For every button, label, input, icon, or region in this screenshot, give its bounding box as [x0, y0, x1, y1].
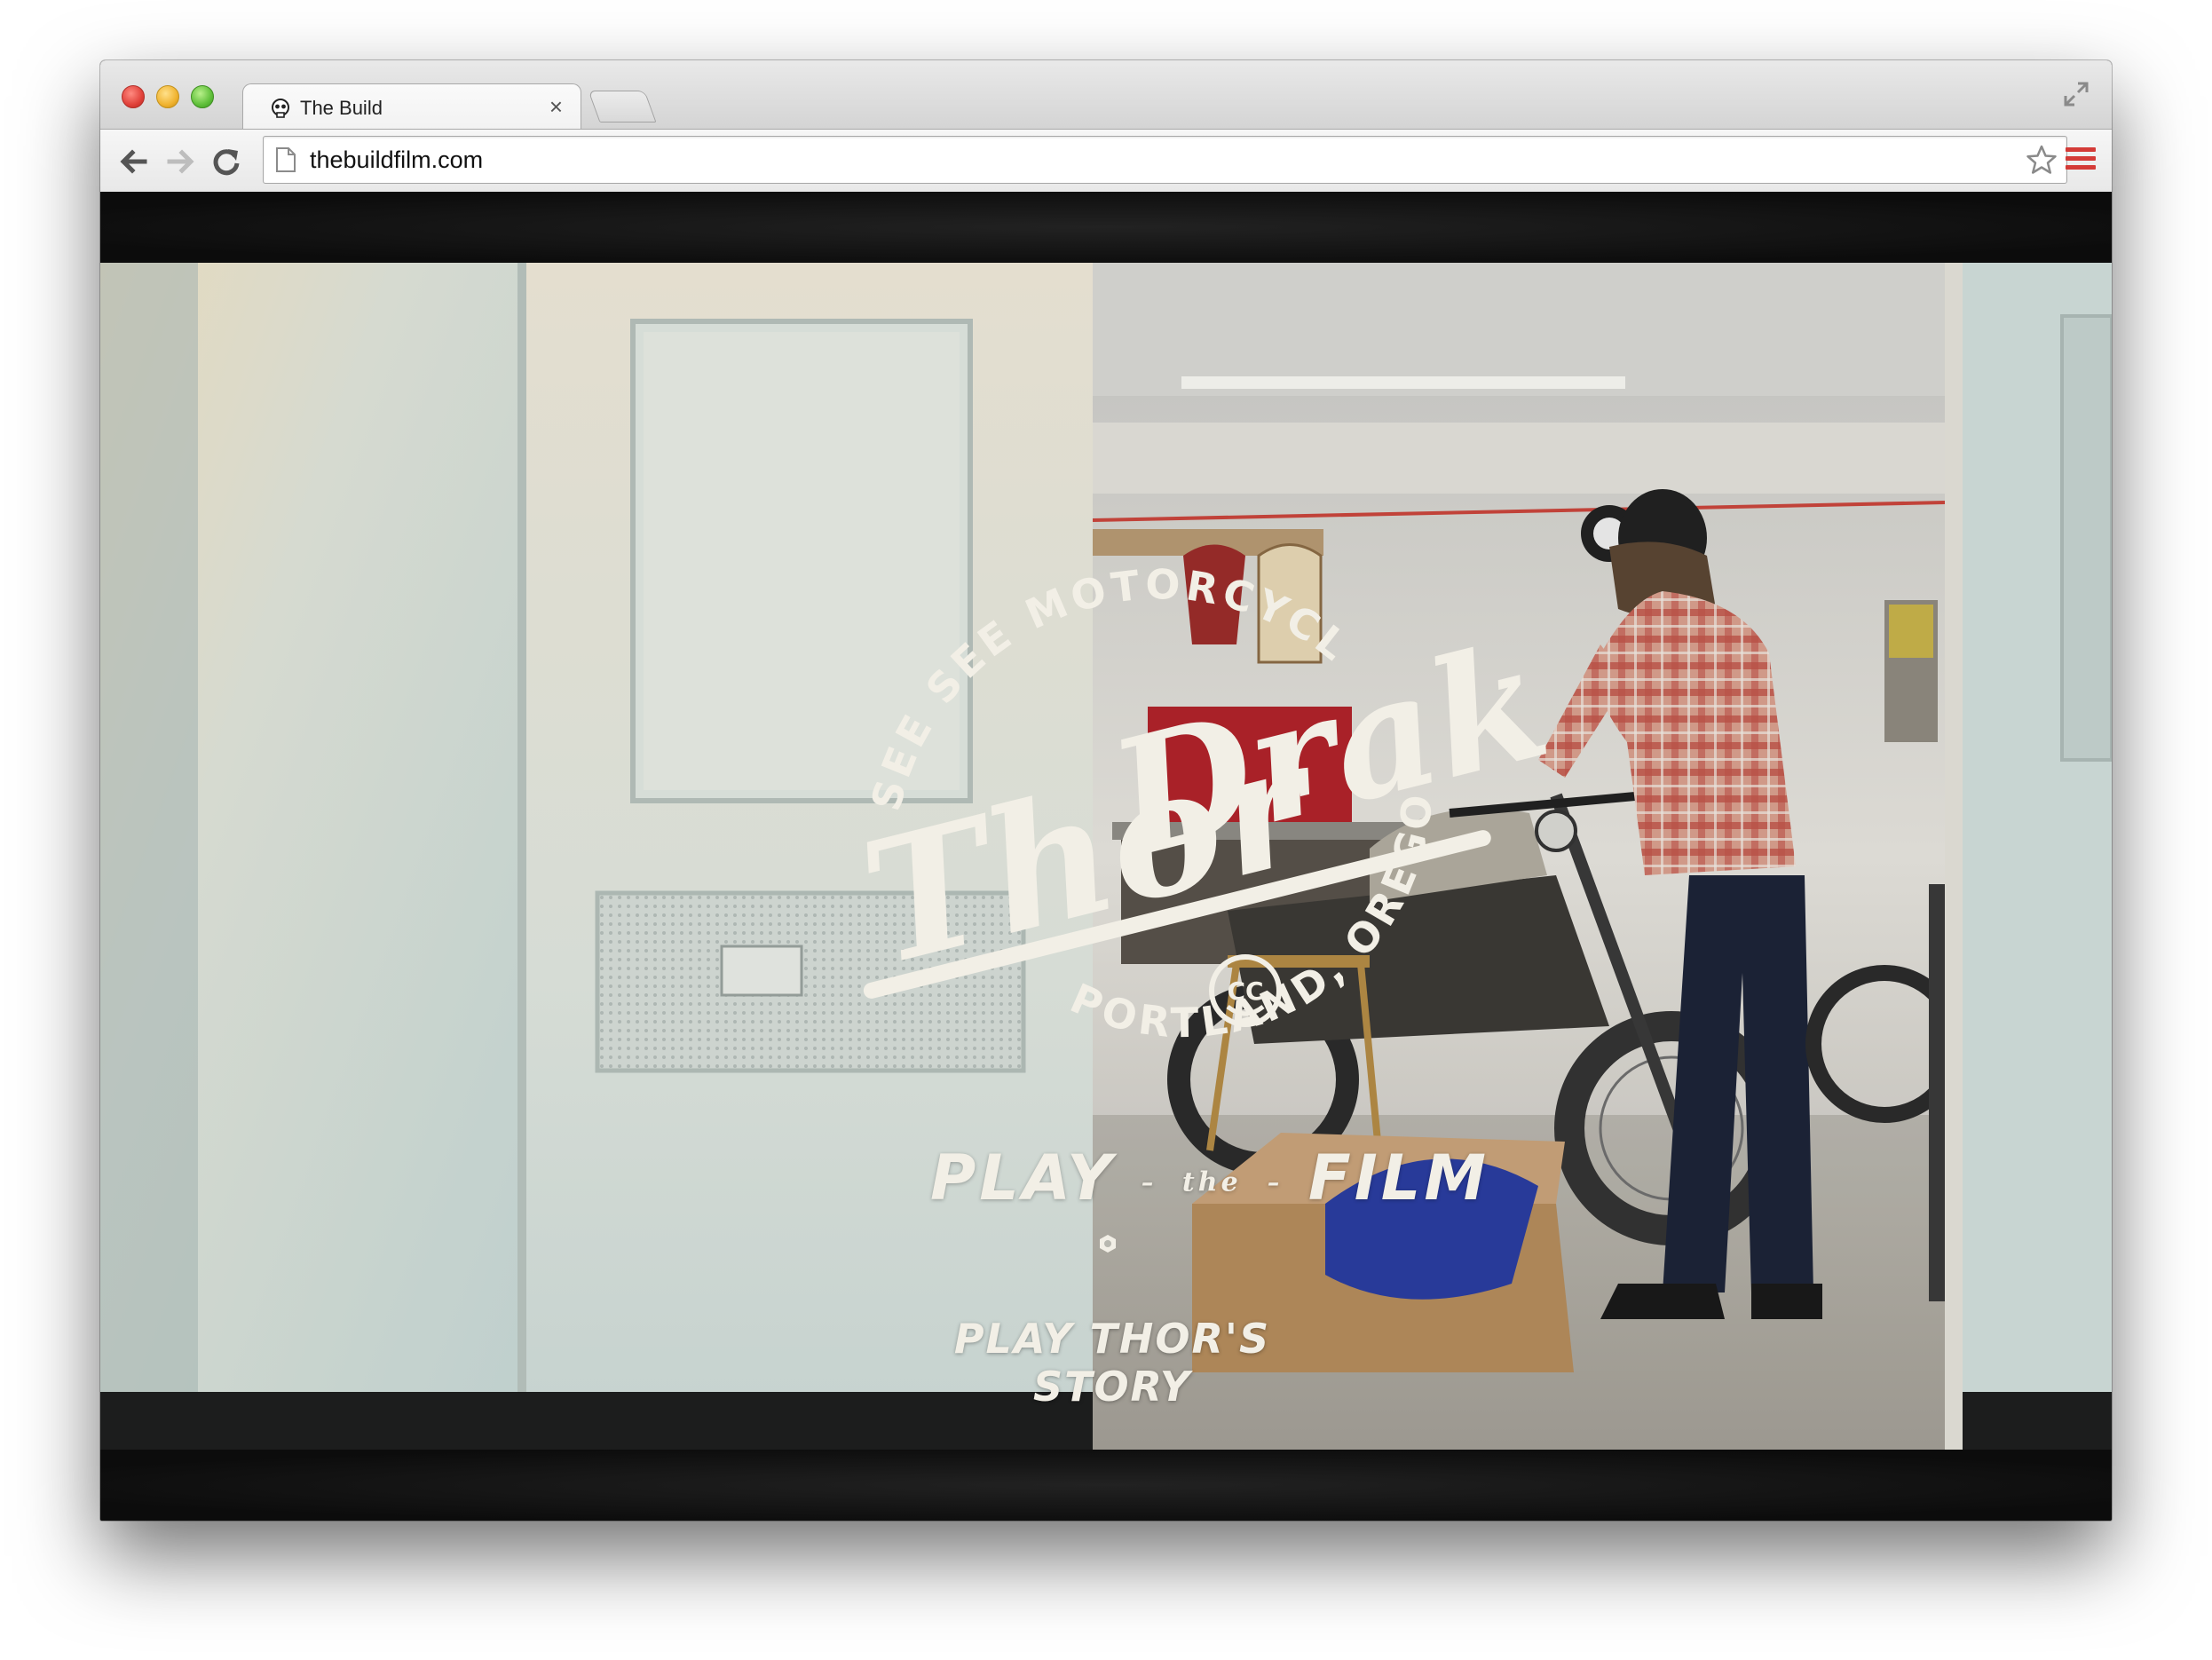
- forward-arrow-icon[interactable]: [162, 144, 198, 179]
- fullscreen-icon[interactable]: [2062, 80, 2090, 108]
- page-viewport: SEE SEE MOTORCYCLES PORTLAND, OREGON USA…: [100, 192, 2112, 1521]
- play-thors-story-link[interactable]: PLAY THOR'S STORY: [881, 1315, 1343, 1411]
- window-minimize-button[interactable]: [156, 85, 179, 108]
- window-zoom-button[interactable]: [191, 85, 214, 108]
- browser-toolbar: thebuildfilm.com: [100, 129, 2112, 193]
- menu-bar: [2066, 165, 2096, 170]
- hex-nut-icon: [1100, 1235, 1116, 1253]
- reload-icon[interactable]: [209, 144, 244, 179]
- url-text[interactable]: thebuildfilm.com: [310, 146, 483, 174]
- menu-bar: [2066, 147, 2096, 152]
- thor-drake-logo: SEE SEE MOTORCYCLES PORTLAND, OREGON USA…: [793, 476, 1547, 1047]
- star-icon[interactable]: [2026, 144, 2058, 176]
- address-bar[interactable]: thebuildfilm.com: [263, 136, 2067, 184]
- film-word: FILM: [1307, 1142, 1489, 1214]
- window-close-button[interactable]: [122, 85, 145, 108]
- tab-the-build[interactable]: The Build ×: [242, 83, 581, 131]
- tab-close-icon[interactable]: ×: [549, 93, 563, 121]
- play-word: PLAY: [929, 1142, 1116, 1214]
- browser-window: The Build × thebuildfilm.com SEE SEE MOT…: [100, 60, 2112, 1521]
- new-tab-button[interactable]: [588, 91, 657, 123]
- tab-title: The Build: [300, 97, 383, 119]
- the-word: the: [1181, 1166, 1242, 1198]
- svg-text:CC: CC: [1227, 976, 1263, 1006]
- page-icon: [276, 147, 296, 172]
- dash-left: -: [1141, 1161, 1157, 1203]
- letterbox-bottom: [100, 1450, 2112, 1521]
- tab-strip: The Build ×: [100, 60, 2112, 131]
- menu-icon[interactable]: [2066, 147, 2096, 174]
- skull-icon: [272, 99, 289, 118]
- back-arrow-icon[interactable]: [116, 144, 152, 179]
- dash-right: -: [1267, 1161, 1284, 1203]
- letterbox-top: [100, 192, 2112, 263]
- menu-bar: [2066, 156, 2096, 161]
- play-the-film-button[interactable]: PLAY - the - FILM: [899, 1142, 1521, 1214]
